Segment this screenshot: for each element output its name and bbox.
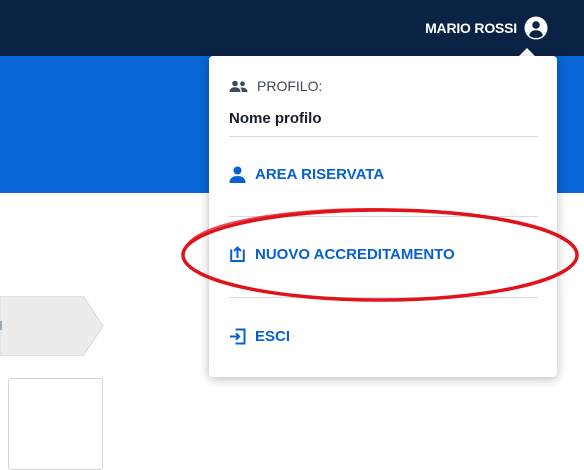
profile-section-label: PROFILO: [229, 78, 322, 94]
user-dropdown-menu: PROFILO: Nome profilo AREA RISERVATA NUO… [209, 56, 557, 377]
menu-item-label: AREA RISERVATA [255, 166, 385, 183]
divider [229, 136, 538, 137]
logout-icon [230, 328, 246, 345]
top-navbar: MARIO ROSSI [0, 0, 584, 56]
upload-icon [230, 246, 245, 262]
user-icon [229, 166, 246, 183]
menu-item-label: ESCI [255, 328, 291, 345]
users-icon [229, 80, 248, 92]
menu-item-esci[interactable]: ESCI [229, 328, 290, 345]
user-menu-toggle[interactable]: MARIO ROSSI [425, 16, 548, 40]
profile-label: PROFILO: [257, 78, 323, 94]
user-name: MARIO ROSSI [425, 20, 517, 36]
menu-item-label: NUOVO ACCREDITAMENTO [255, 246, 455, 263]
dropdown-caret [519, 48, 535, 56]
divider [229, 216, 538, 217]
profile-name: Nome profilo [229, 110, 322, 127]
divider [229, 297, 538, 298]
progress-step [0, 296, 104, 356]
menu-item-nuovo-accreditamento[interactable]: NUOVO ACCREDITAMENTO [229, 246, 455, 263]
menu-item-area-riservata[interactable]: AREA RISERVATA [229, 166, 384, 183]
content-panel [8, 378, 103, 470]
user-circle-icon [524, 16, 548, 40]
